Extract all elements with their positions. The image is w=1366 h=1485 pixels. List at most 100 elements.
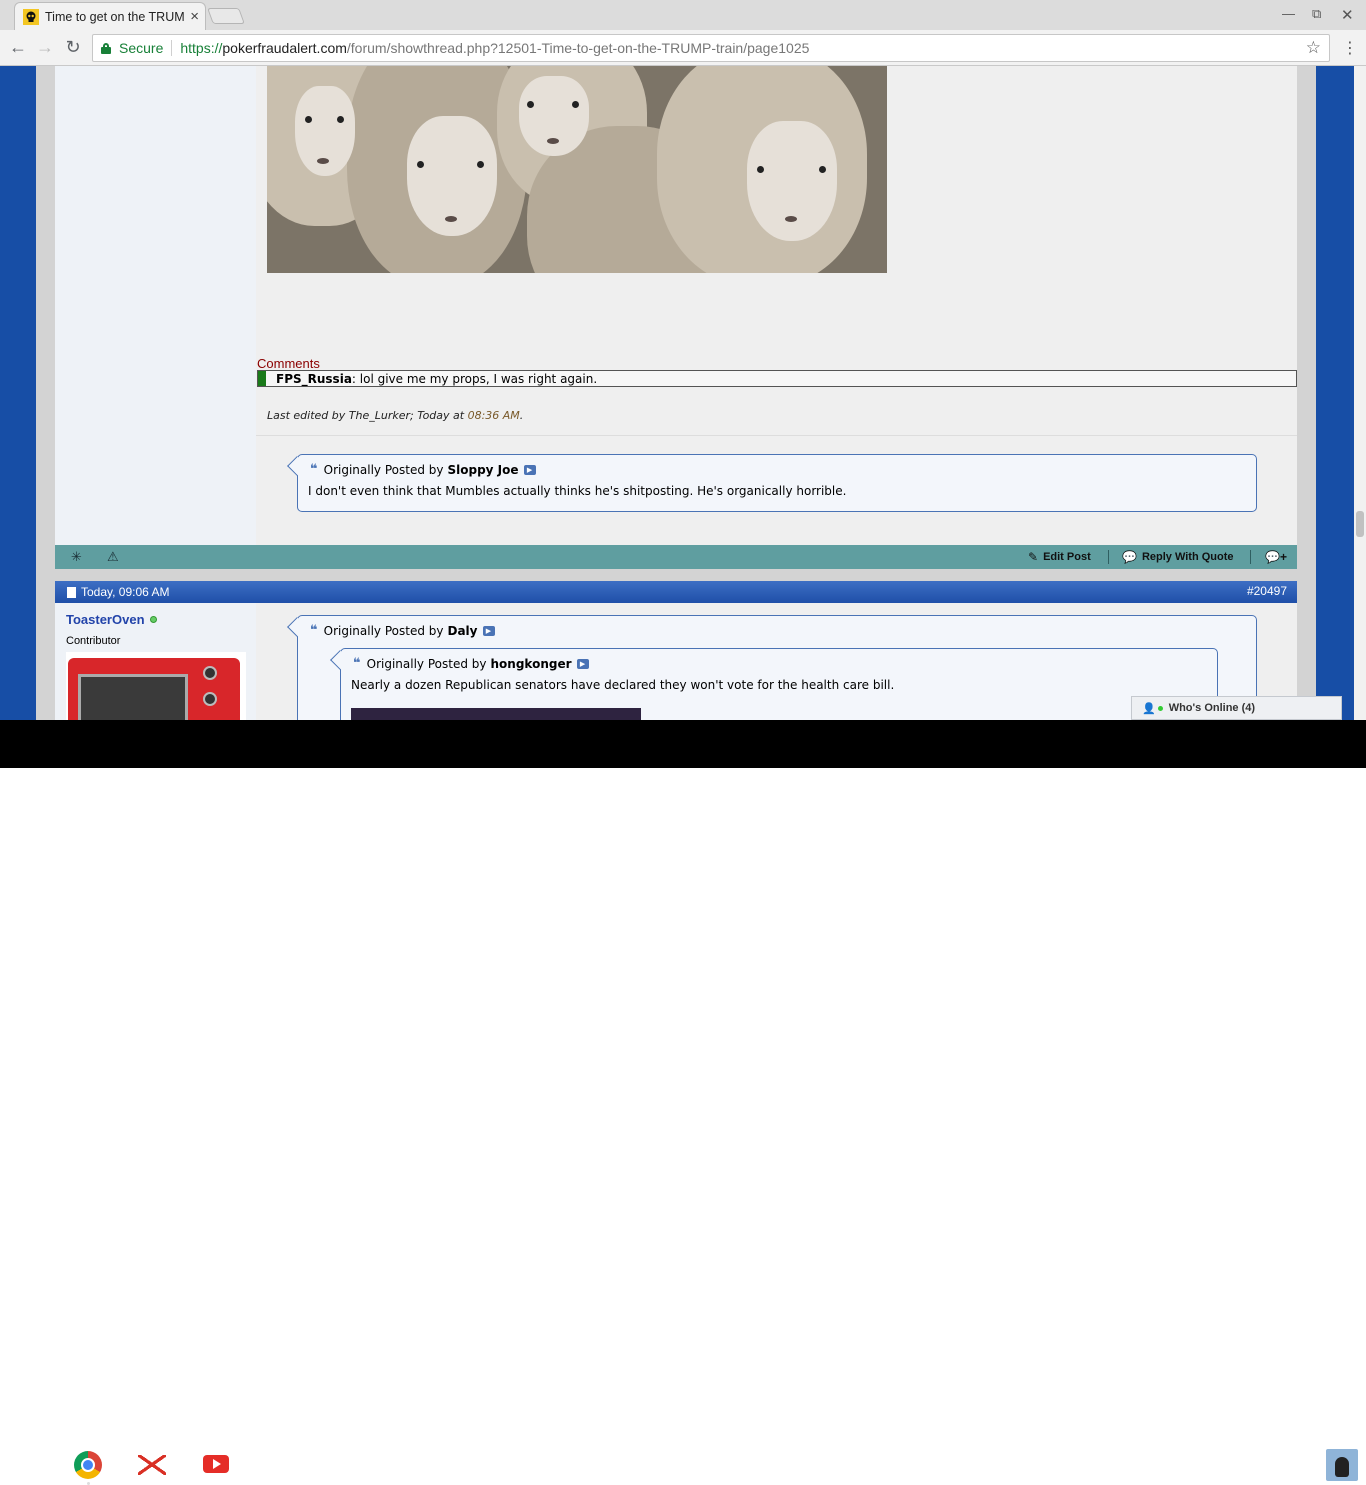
last-edited-note: Last edited by The_Lurker; Today at 08:3…	[267, 409, 523, 422]
divider	[256, 435, 1297, 436]
last-edited-prefix: Last edited by The_Lurker; Today at	[267, 409, 468, 422]
embedded-image	[351, 708, 641, 720]
action-divider	[1108, 550, 1109, 564]
post-sidebar	[55, 66, 256, 545]
pencil-icon: ✎	[1028, 550, 1039, 564]
tab-strip: Time to get on the TRUM × — ⧉ ✕	[0, 0, 1366, 30]
post-content: Comments FPS_Russia : lol give me my pro…	[256, 66, 1297, 545]
post-date-text: Today, 09:06 AM	[81, 585, 170, 599]
comment-row: FPS_Russia : lol give me my props, I was…	[257, 370, 1297, 387]
browser-toolbar: ← → ↻ Secure https:// pokerfraudalert.co…	[0, 30, 1366, 66]
quote-author: Sloppy Joe	[447, 462, 519, 477]
clock[interactable]: 9:53	[1244, 1456, 1271, 1472]
quote-block: ❝ Originally Posted by Daly ▶ ❝ Original…	[287, 615, 1257, 720]
last-edited-time: 08:36 AM	[467, 409, 520, 422]
quote-block: ❝ Originally Posted by Sloppy Joe ▶ I do…	[287, 454, 1257, 512]
chrome-app-icon[interactable]	[74, 1451, 102, 1479]
report-icon[interactable]: ⚠	[107, 549, 119, 565]
comment-text: : lol give me my props, I was right agai…	[351, 371, 598, 386]
edit-post-button[interactable]: ✎ Edit Post	[1028, 550, 1091, 564]
user-sidebar: ToasterOven Contributor	[55, 603, 256, 720]
comment-marker	[258, 371, 266, 386]
skull-favicon-icon	[23, 8, 39, 25]
battery-icon[interactable]	[1308, 1457, 1315, 1469]
minimize-icon[interactable]: —	[1282, 6, 1295, 21]
quote-author: hongkonger	[490, 656, 572, 671]
url-path: /forum/showthread.php?12501-Time-to-get-…	[346, 40, 810, 56]
close-icon[interactable]: ✕	[1341, 6, 1354, 24]
forward-arrow-icon[interactable]: →	[34, 37, 56, 58]
reply-with-quote-button[interactable]: 💬 Reply With Quote	[1122, 550, 1234, 564]
scrollbar[interactable]	[1354, 66, 1366, 720]
action-divider	[1250, 550, 1251, 564]
quote-prefix: Originally Posted by	[366, 656, 487, 671]
youtube-app-icon[interactable]	[203, 1455, 229, 1473]
star-icon[interactable]: ☆	[1306, 38, 1321, 58]
post-number-link[interactable]: #20497	[1247, 584, 1287, 598]
post-date: Today, 09:06 AM	[67, 585, 170, 599]
last-edited-suffix: .	[519, 409, 524, 422]
multi-quote-icon: 💬+	[1265, 550, 1287, 564]
users-icon: 👤	[1142, 702, 1156, 715]
multi-quote-button[interactable]: 💬+	[1265, 550, 1292, 564]
gmail-app-icon[interactable]	[138, 1455, 166, 1475]
secure-label: Secure	[119, 40, 164, 56]
maximize-icon[interactable]: ⧉	[1312, 6, 1321, 22]
quote-notch	[330, 650, 350, 670]
nested-quote-block: ❝ Originally Posted by hongkonger ▶ Near…	[330, 648, 1218, 720]
os-shelf: 21 9:53	[0, 720, 1366, 1485]
launcher-icon[interactable]	[17, 1457, 31, 1471]
address-divider	[171, 40, 173, 56]
wifi-icon[interactable]	[1282, 1457, 1298, 1469]
post-header: Today, 09:06 AM #20497	[55, 581, 1297, 603]
online-dot-icon	[1157, 705, 1163, 711]
quote-author: Daly	[447, 623, 478, 638]
lock-icon	[101, 42, 111, 54]
user-avatar-icon[interactable]	[1326, 1449, 1358, 1481]
sheep-image	[267, 66, 887, 273]
toaster-oven-image	[68, 658, 240, 720]
user-role: Contributor	[66, 635, 121, 647]
quote-icon: ❝	[353, 656, 361, 671]
quote-header: ❝ Originally Posted by Daly ▶	[310, 623, 495, 638]
tab-close-icon[interactable]: ×	[190, 8, 199, 25]
comment-user-link[interactable]: FPS_Russia	[276, 372, 352, 386]
avatar[interactable]	[66, 652, 246, 720]
back-arrow-icon[interactable]: ←	[7, 37, 29, 58]
notification-count[interactable]: 21	[1202, 1456, 1218, 1472]
quote-notch	[287, 456, 307, 476]
quote-prefix: Originally Posted by	[323, 623, 444, 638]
quote-prefix: Originally Posted by	[323, 462, 444, 477]
edit-post-label: Edit Post	[1043, 551, 1091, 563]
menu-kebab-icon[interactable]: ⋮	[1342, 38, 1358, 58]
comments-label: Comments	[257, 356, 320, 371]
scrollbar-thumb[interactable]	[1356, 511, 1364, 537]
quote-icon: ❝	[310, 623, 318, 638]
post-action-bar: ✳ ⚠ ✎ Edit Post 💬 Reply With Quote 💬+	[55, 545, 1297, 569]
username-link[interactable]: ToasterOven	[66, 612, 157, 627]
url-host: pokerfraudalert.com	[222, 40, 347, 56]
reload-icon[interactable]: ↻	[62, 37, 84, 58]
tab-title: Time to get on the TRUM	[45, 9, 185, 24]
address-bar[interactable]: Secure https:// pokerfraudalert.com /for…	[92, 34, 1330, 62]
url-scheme: https://	[180, 40, 223, 56]
whos-online-label: Who's Online (4)	[1168, 702, 1256, 714]
reputation-icon[interactable]: ✳	[71, 549, 82, 565]
quote-icon: ❝	[310, 462, 318, 477]
reply-with-quote-label: Reply With Quote	[1141, 551, 1234, 563]
forum-page: Comments FPS_Russia : lol give me my pro…	[0, 66, 1354, 720]
view-post-icon[interactable]: ▶	[523, 464, 536, 475]
online-status-icon	[149, 616, 157, 623]
whos-online-button[interactable]: 👤 Who's Online (4)	[1131, 696, 1342, 720]
quote-header: ❝ Originally Posted by Sloppy Joe ▶	[310, 462, 536, 477]
quote-header: ❝ Originally Posted by hongkonger ▶	[353, 656, 589, 671]
view-post-icon[interactable]: ▶	[576, 658, 589, 669]
browser-tab[interactable]: Time to get on the TRUM ×	[14, 2, 206, 30]
view-post-icon[interactable]: ▶	[482, 625, 495, 636]
quote-text: Nearly a dozen Republican senators have …	[351, 678, 895, 692]
new-tab-button[interactable]	[207, 8, 245, 24]
document-icon	[67, 586, 76, 598]
quote-notch	[287, 617, 307, 637]
username-text: ToasterOven	[66, 612, 145, 627]
browser-chrome: Time to get on the TRUM × — ⧉ ✕ ← → ↻ Se…	[0, 0, 1366, 66]
